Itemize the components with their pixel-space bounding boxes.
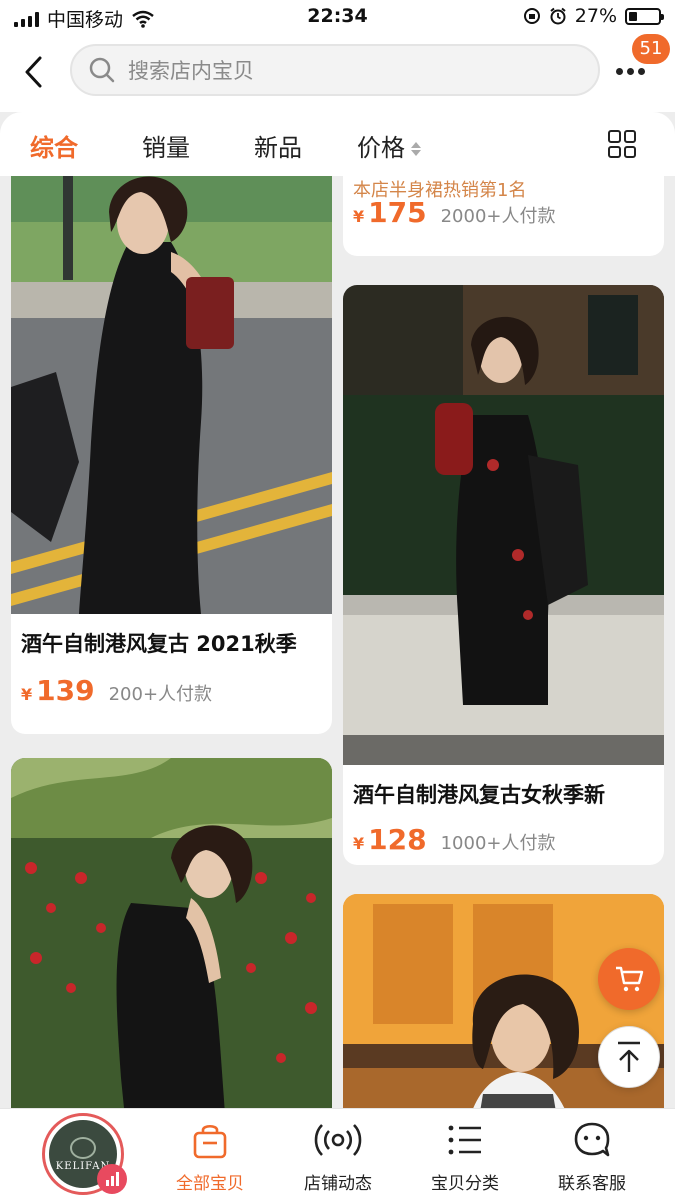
grid-view-icon[interactable]: [608, 130, 636, 158]
back-button[interactable]: [18, 52, 52, 92]
sort-arrows-icon: [411, 140, 421, 158]
alarm-icon: [550, 7, 566, 25]
product-price: 139: [36, 674, 95, 707]
price-row: ¥ 175 2000+人付款: [353, 196, 555, 229]
shop-logo[interactable]: KELIFAN: [42, 1113, 127, 1195]
chevron-left-icon: [25, 56, 42, 88]
nav-customer-service[interactable]: 联系客服: [537, 1117, 647, 1194]
product-image[interactable]: [11, 176, 332, 614]
customer-service-icon: [574, 1122, 610, 1157]
status-bar: 中国移动 22:34 27%: [0, 0, 675, 34]
search-input[interactable]: 搜索店内宝贝: [70, 44, 600, 96]
message-count-badge: 51: [632, 34, 670, 64]
rose-icon: [70, 1136, 96, 1159]
product-card[interactable]: [11, 758, 332, 1108]
product-title[interactable]: 酒午自制港风复古女秋季新: [353, 779, 605, 809]
product-grid[interactable]: 酒午自制港风复古 2021秋季 ¥ 139 200+人付款 本店半身裙热销第1名…: [0, 176, 675, 1108]
battery-percent: 27%: [574, 5, 617, 27]
shopping-bag-icon: [193, 1124, 227, 1159]
sold-count: 2000+人付款: [440, 206, 556, 227]
shop-header: 搜索店内宝贝 51: [0, 34, 675, 112]
arrow-up-icon: [618, 1041, 640, 1072]
search-icon: [89, 57, 115, 83]
cart-icon: [616, 966, 644, 992]
product-card[interactable]: 本店半身裙热销第1名 ¥ 175 2000+人付款: [343, 176, 664, 256]
broadcast-icon: [314, 1124, 362, 1156]
category-list-icon: [448, 1125, 481, 1155]
sold-count: 200+人付款: [108, 684, 213, 705]
product-price: 175: [368, 196, 427, 229]
sold-count: 1000+人付款: [440, 833, 556, 854]
nav-customer-service-label: 联系客服: [558, 1174, 626, 1194]
product-title[interactable]: 酒午自制港风复古 2021秋季: [21, 628, 297, 658]
product-image[interactable]: [343, 285, 664, 765]
product-price: 128: [368, 823, 427, 856]
nav-all-items[interactable]: 全部宝贝: [155, 1117, 265, 1194]
price-row: ¥ 128 1000+人付款: [353, 823, 555, 856]
battery-icon: [625, 7, 664, 25]
product-image[interactable]: [11, 758, 332, 1108]
product-card[interactable]: 酒午自制港风复古女秋季新 ¥ 128 1000+人付款: [343, 285, 664, 865]
price-row: ¥ 139 200+人付款: [21, 674, 212, 707]
tab-new[interactable]: 新品: [254, 128, 302, 163]
tab-sales[interactable]: 销量: [142, 128, 190, 163]
back-to-top-button[interactable]: [598, 1026, 660, 1088]
nav-shop-feed-label: 店铺动态: [304, 1174, 372, 1194]
search-placeholder: 搜索店内宝贝: [128, 59, 254, 83]
tab-price-label: 价格: [357, 134, 405, 162]
product-card[interactable]: 酒午自制港风复古 2021秋季 ¥ 139 200+人付款: [11, 176, 332, 734]
nav-all-items-label: 全部宝贝: [176, 1174, 244, 1194]
sort-tabs: 综合 销量 新品 价格: [0, 112, 675, 176]
currency-symbol: ¥: [353, 207, 365, 226]
currency-symbol: ¥: [353, 834, 365, 853]
bottom-nav: KELIFAN 全部宝贝 店铺动态 宝贝分类 联系客服: [0, 1108, 675, 1200]
orientation-lock-icon: [523, 8, 540, 24]
nav-categories[interactable]: 宝贝分类: [410, 1117, 520, 1194]
tab-price[interactable]: 价格: [357, 128, 421, 163]
nav-categories-label: 宝贝分类: [431, 1174, 499, 1194]
currency-symbol: ¥: [21, 685, 33, 704]
cart-button[interactable]: [598, 948, 660, 1010]
nav-shop-feed[interactable]: 店铺动态: [283, 1117, 393, 1194]
tab-comprehensive[interactable]: 综合: [30, 128, 78, 163]
shop-stats-icon: [97, 1164, 127, 1194]
